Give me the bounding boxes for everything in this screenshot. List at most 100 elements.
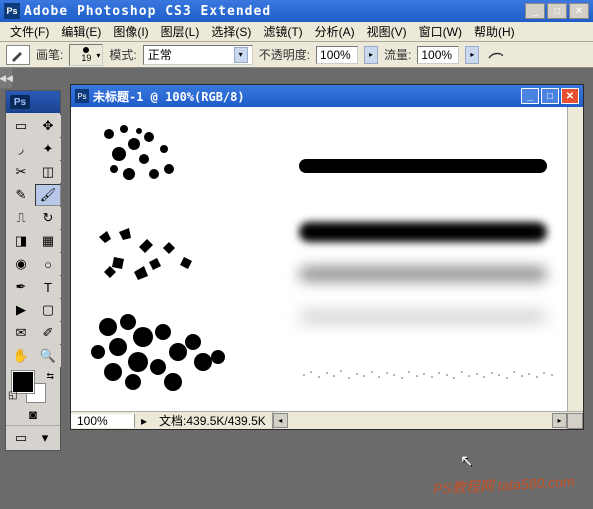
tool-grid: ▭ ✥ ◞ ✦ ✂ ◫ ✎ 🖌 ⎍ ↻ ◨ ▦ ◉ ○ ✒ T ▶ ▢ ✉ ✐ … [6, 113, 60, 369]
scroll-left-arrow[interactable]: ◂ [273, 413, 288, 428]
doc-minimize-button[interactable]: _ [521, 88, 539, 104]
blend-mode-combo[interactable]: 正常 ▾ [143, 45, 253, 65]
airbrush-icon [487, 48, 505, 62]
flow-label: 流量: [384, 46, 411, 63]
flow-input[interactable]: 100% [417, 46, 459, 64]
app-titlebar: Ps Adobe Photoshop CS3 Extended _ □ ✕ [0, 0, 593, 22]
stroke-line-blur1 [299, 267, 547, 281]
ps-badge: Ps [10, 95, 30, 109]
opacity-value: 100% [320, 48, 351, 62]
tool-eyedropper[interactable]: ✐ [35, 322, 61, 344]
resize-grip[interactable] [567, 413, 583, 429]
swap-colors-icon[interactable]: ⇆ [46, 371, 54, 382]
brush-label: 画笔: [36, 46, 63, 63]
stroke-scatter-1 [89, 119, 199, 199]
tool-shape[interactable]: ▢ [35, 299, 61, 321]
tool-eraser[interactable]: ◨ [8, 230, 34, 252]
menu-edit[interactable]: 编辑(E) [55, 23, 107, 40]
cursor-icon: ↖ [460, 451, 473, 471]
flow-arrow[interactable]: ▸ [465, 46, 479, 64]
app-icon: Ps [4, 3, 20, 19]
tool-brush[interactable]: 🖌 [35, 184, 61, 206]
tool-slice[interactable]: ◫ [35, 161, 61, 183]
tool-type[interactable]: T [35, 276, 61, 298]
tool-gradient[interactable]: ▦ [35, 230, 61, 252]
doc-info-value: 439.5K/439.5K [186, 414, 265, 428]
stroke-scatter-3 [83, 307, 243, 407]
airbrush-toggle[interactable] [485, 46, 507, 64]
tool-history-brush[interactable]: ↻ [35, 207, 61, 229]
chevron-down-icon: ▾ [96, 51, 100, 60]
brush-size-value: 19 [81, 53, 91, 63]
minimize-button[interactable]: _ [525, 3, 545, 19]
doc-close-button[interactable]: ✕ [561, 88, 579, 104]
tool-stamp[interactable]: ⎍ [8, 207, 34, 229]
document-titlebar[interactable]: Ps 未标题-1 @ 100%(RGB/8) _ □ ✕ [71, 85, 583, 107]
brush-icon [10, 48, 26, 62]
stroke-line-noise [299, 367, 559, 383]
tool-lasso[interactable]: ◞ [8, 138, 34, 160]
flow-value: 100% [421, 48, 452, 62]
tool-zoom[interactable]: 🔍 [35, 345, 61, 367]
zoom-level-input[interactable]: 100% [71, 414, 135, 428]
tool-dodge[interactable]: ○ [35, 253, 61, 275]
canvas[interactable] [71, 107, 583, 411]
stroke-line-soft [299, 222, 547, 242]
brush-preset-picker[interactable]: 19 ▾ [69, 44, 103, 66]
doc-info-label: 文档: [159, 414, 186, 428]
tool-magic-wand[interactable]: ✦ [35, 138, 61, 160]
stroke-line-hard [299, 159, 547, 173]
document-window: Ps 未标题-1 @ 100%(RGB/8) _ □ ✕ 100% ▸ 文档:4… [70, 84, 584, 430]
blend-mode-value: 正常 [148, 46, 172, 63]
menu-help[interactable]: 帮助(H) [468, 23, 521, 40]
menu-select[interactable]: 选择(S) [205, 23, 257, 40]
opacity-arrow[interactable]: ▸ [364, 46, 378, 64]
quick-mask-row: ◙ [6, 403, 60, 425]
tool-path-select[interactable]: ▶ [8, 299, 34, 321]
quick-mask-toggle[interactable]: ◙ [22, 405, 44, 423]
tool-hand[interactable]: ✋ [8, 345, 34, 367]
scroll-right-arrow[interactable]: ▸ [552, 413, 567, 428]
vertical-scrollbar[interactable] [567, 107, 583, 411]
options-bar: 画笔: 19 ▾ 模式: 正常 ▾ 不透明度: 100% ▸ 流量: 100% … [0, 42, 593, 68]
status-bar: 100% ▸ 文档:439.5K/439.5K ◂ ▸ [71, 411, 583, 429]
color-swatches: ⇆ ◱ [6, 369, 60, 403]
menu-image[interactable]: 图像(I) [107, 23, 154, 40]
toolbox: Ps ▭ ✥ ◞ ✦ ✂ ◫ ✎ 🖌 ⎍ ↻ ◨ ▦ ◉ ○ ✒ T ▶ ▢ ✉… [5, 90, 61, 451]
tool-move[interactable]: ✥ [35, 115, 61, 137]
app-title: Adobe Photoshop CS3 Extended [24, 4, 271, 19]
tool-crop[interactable]: ✂ [8, 161, 34, 183]
document-info[interactable]: 文档:439.5K/439.5K [153, 412, 273, 429]
tool-notes[interactable]: ✉ [8, 322, 34, 344]
status-menu-icon[interactable]: ▸ [135, 414, 153, 428]
menu-window[interactable]: 窗口(W) [413, 23, 468, 40]
close-button[interactable]: ✕ [569, 3, 589, 19]
chevron-down-icon: ▾ [234, 47, 248, 63]
stroke-line-blur2 [299, 312, 547, 322]
toolbox-header[interactable]: Ps [6, 91, 60, 113]
opacity-label: 不透明度: [259, 46, 310, 63]
opacity-input[interactable]: 100% [316, 46, 358, 64]
menu-layer[interactable]: 图层(L) [155, 23, 206, 40]
screen-mode-button[interactable]: ▭ [11, 430, 31, 446]
document-icon: Ps [75, 89, 89, 103]
tool-healing[interactable]: ✎ [8, 184, 34, 206]
screen-mode-arrow[interactable]: ▾ [35, 430, 55, 446]
menu-analysis[interactable]: 分析(A) [309, 23, 361, 40]
default-colors-icon[interactable]: ◱ [8, 390, 17, 401]
maximize-button[interactable]: □ [547, 3, 567, 19]
panel-collapse-tab[interactable]: ◀◀ [0, 68, 12, 88]
mode-label: 模式: [109, 46, 136, 63]
document-title: 未标题-1 @ 100%(RGB/8) [93, 88, 245, 105]
tool-pen[interactable]: ✒ [8, 276, 34, 298]
doc-maximize-button[interactable]: □ [541, 88, 559, 104]
menu-view[interactable]: 视图(V) [361, 23, 413, 40]
tool-marquee[interactable]: ▭ [8, 115, 34, 137]
menu-bar: 文件(F) 编辑(E) 图像(I) 图层(L) 选择(S) 滤镜(T) 分析(A… [0, 22, 593, 42]
watermark-text: PS教程网 tata580.com [433, 471, 575, 498]
tool-preset-picker[interactable] [6, 45, 30, 65]
screen-mode-row: ▭ ▾ [6, 425, 60, 450]
menu-filter[interactable]: 滤镜(T) [257, 23, 308, 40]
menu-file[interactable]: 文件(F) [4, 23, 55, 40]
tool-blur[interactable]: ◉ [8, 253, 34, 275]
